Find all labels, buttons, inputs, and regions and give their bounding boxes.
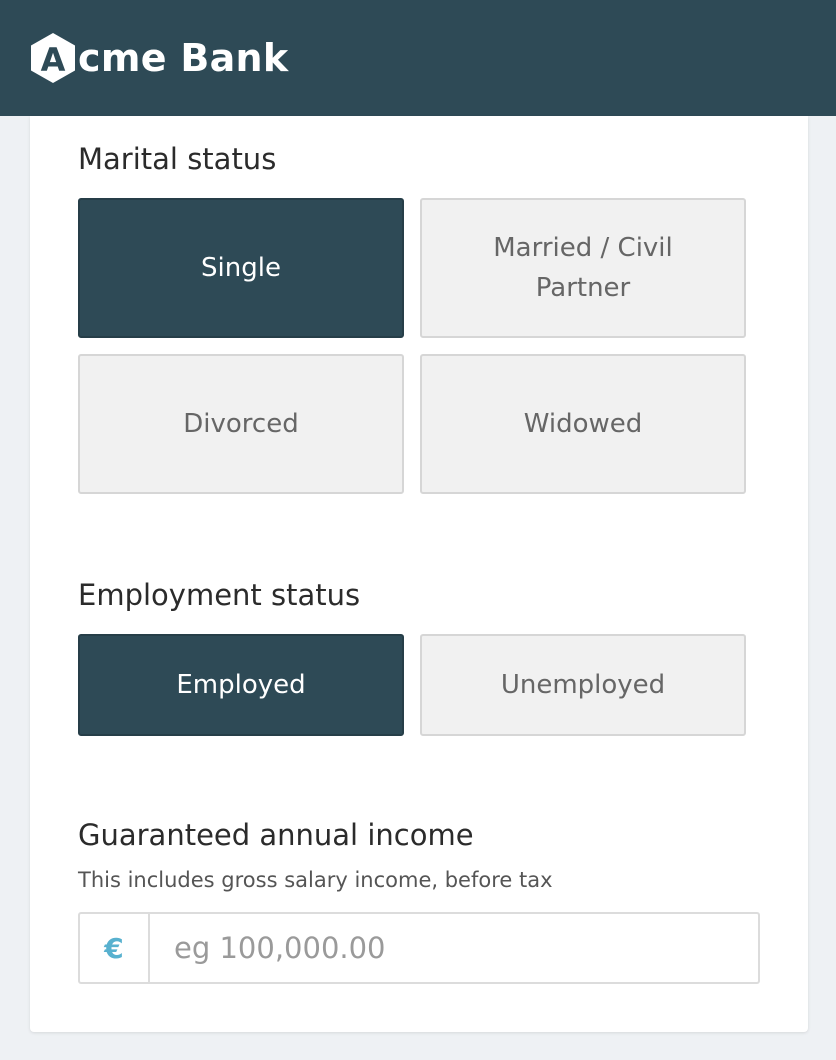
marital-option-divorced[interactable]: Divorced <box>78 354 404 494</box>
application-form-card: Marital status Single Married / Civil Pa… <box>30 116 808 1032</box>
brand-logo[interactable]: A cme Bank <box>30 32 288 84</box>
marital-option-single[interactable]: Single <box>78 198 404 338</box>
employment-status-title: Employment status <box>78 578 361 612</box>
annual-income-title: Guaranteed annual income <box>78 818 474 852</box>
annual-income-field: € <box>78 912 760 984</box>
option-label: Single <box>201 253 281 283</box>
employment-option-employed[interactable]: Employed <box>78 634 404 736</box>
app-header: A cme Bank <box>0 0 836 116</box>
brand-name: cme Bank <box>78 36 289 80</box>
option-label: Married / Civil Partner <box>493 233 673 303</box>
marital-option-widowed[interactable]: Widowed <box>420 354 746 494</box>
option-label: Employed <box>176 670 306 700</box>
annual-income-hint: This includes gross salary income, befor… <box>78 868 553 892</box>
option-label: Divorced <box>183 409 299 439</box>
option-label: Widowed <box>523 409 643 439</box>
option-label: Unemployed <box>500 670 666 700</box>
logo-letter: A <box>41 41 66 79</box>
employment-option-unemployed[interactable]: Unemployed <box>420 634 746 736</box>
marital-option-married-civil-partner[interactable]: Married / Civil Partner <box>420 198 746 338</box>
acme-hexagon-logo-icon: A <box>31 33 75 83</box>
marital-status-title: Marital status <box>78 142 277 176</box>
euro-currency-icon: € <box>80 914 150 982</box>
annual-income-input[interactable] <box>150 914 758 982</box>
